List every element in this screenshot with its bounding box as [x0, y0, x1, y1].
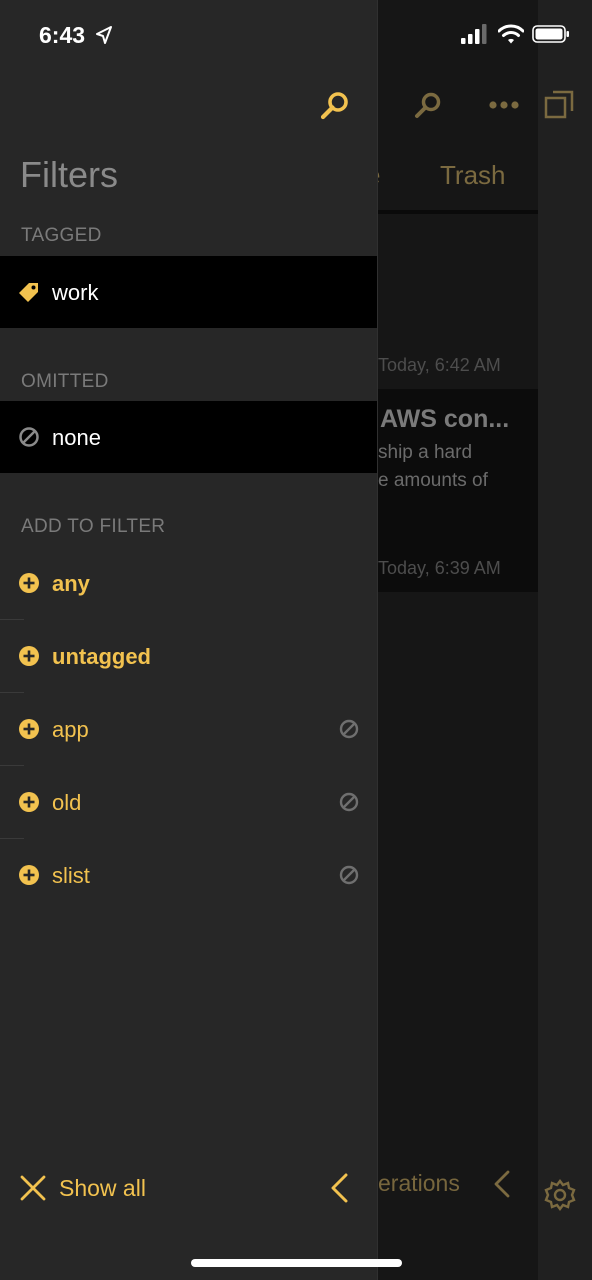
omit-icon[interactable] — [339, 719, 359, 739]
add-filter-label: any — [52, 571, 90, 596]
plus-circle-icon — [19, 792, 39, 812]
add-filter-item-old[interactable]: old — [0, 766, 377, 839]
add-filter-item-slist[interactable]: slist — [0, 839, 377, 912]
filters-drawer: 6:43 Filters TAGGED work OMITTED none AD… — [0, 0, 378, 1280]
wifi-icon — [497, 24, 525, 44]
more-icon[interactable] — [488, 100, 520, 110]
gear-icon[interactable] — [543, 1178, 577, 1212]
plus-circle-icon — [19, 646, 39, 666]
home-indicator — [191, 1259, 402, 1267]
omitted-label: none — [52, 425, 101, 450]
tab-bar-divider — [378, 210, 538, 214]
cellular-signal-icon — [461, 24, 487, 44]
close-icon[interactable] — [20, 1175, 46, 1201]
status-time: 6:43 — [39, 22, 86, 48]
expand-icon[interactable] — [544, 90, 574, 120]
plus-circle-icon — [19, 719, 39, 739]
tag-label: work — [52, 280, 99, 305]
omit-icon[interactable] — [339, 865, 359, 885]
add-filter-label: old — [52, 790, 82, 815]
chevron-left-icon[interactable] — [330, 1173, 350, 1203]
add-filter-label: app — [52, 717, 89, 742]
omitted-item-none[interactable]: none — [0, 401, 377, 473]
add-filter-item-any[interactable]: any — [0, 547, 377, 620]
add-filter-label: slist — [52, 863, 90, 888]
location-arrow-icon — [96, 26, 112, 44]
bottom-toolbar-label[interactable]: erations — [378, 1170, 460, 1197]
omit-icon[interactable] — [339, 792, 359, 812]
note-timestamp: Today, 6:39 AM — [378, 558, 501, 578]
plus-circle-icon — [19, 573, 39, 593]
note-title: AWS con... — [380, 405, 510, 433]
battery-icon — [532, 25, 569, 43]
add-filter-item-app[interactable]: app — [0, 693, 377, 766]
tagged-item-work[interactable]: work — [0, 256, 377, 328]
tag-icon — [19, 283, 38, 302]
note-timestamp: Today, 6:42 AM — [378, 355, 501, 375]
plus-circle-icon — [19, 865, 39, 885]
note-preview-line: ship a hard — [378, 442, 473, 463]
section-label-add-to-filter: ADD TO FILTER — [21, 516, 166, 537]
background-side-column — [538, 0, 592, 1280]
search-icon[interactable] — [414, 91, 442, 119]
add-filter-item-untagged[interactable]: untagged — [0, 620, 377, 693]
chevron-left-icon[interactable] — [493, 1170, 511, 1198]
tab-partial[interactable]: e — [378, 160, 380, 191]
drawer-title: Filters — [20, 154, 118, 195]
show-all-button[interactable]: Show all — [59, 1175, 146, 1202]
background-notes-column — [378, 0, 538, 1280]
note-preview-line: e amounts of — [378, 470, 488, 491]
section-label-tagged: TAGGED — [21, 225, 102, 246]
add-filter-label: untagged — [52, 644, 151, 669]
omit-icon — [19, 427, 39, 447]
search-icon[interactable] — [320, 90, 350, 120]
tab-trash[interactable]: Trash — [440, 160, 506, 191]
section-label-omitted: OMITTED — [21, 371, 109, 392]
background-notes-list: e Trash Today, 6:42 AM AWS con... ship a… — [378, 0, 592, 1280]
status-indicators — [461, 24, 570, 44]
